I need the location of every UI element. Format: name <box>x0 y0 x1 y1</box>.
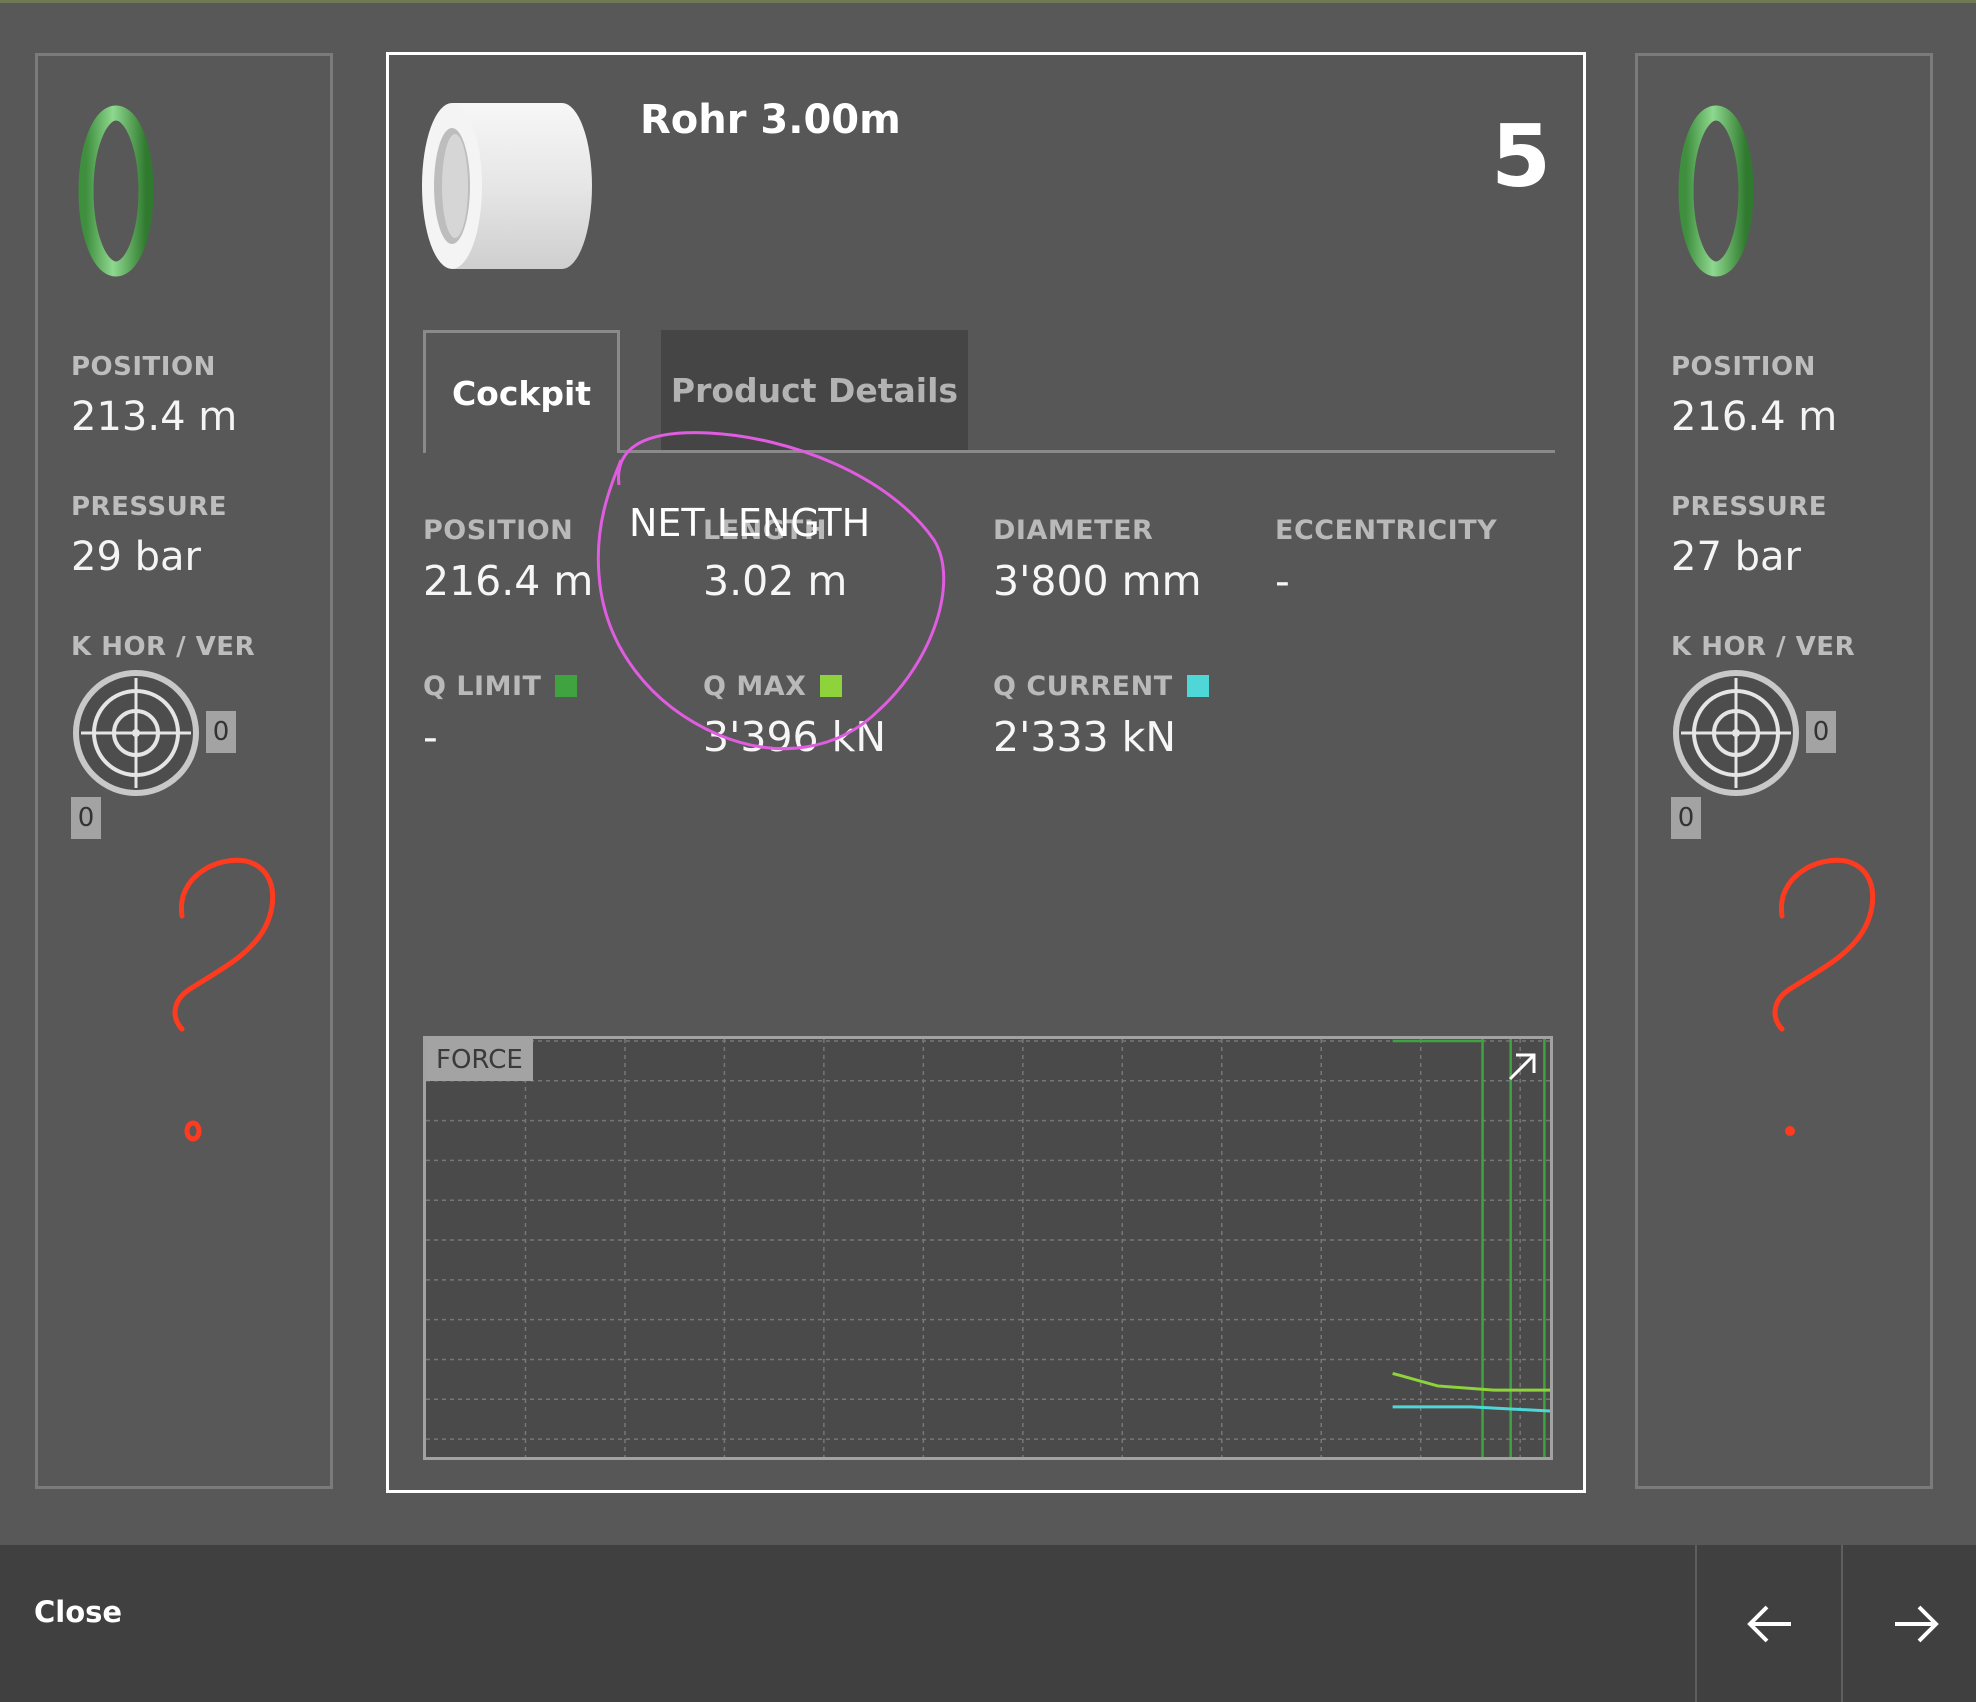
position-value: 216.4 m <box>1671 394 1838 440</box>
pressure-value: 29 bar <box>71 534 201 580</box>
chart-title: FORCE <box>426 1039 533 1081</box>
diameter-value: 3'800 mm <box>993 557 1202 605</box>
previous-button[interactable] <box>1695 1545 1842 1702</box>
q-current-label: Q CURRENT <box>993 671 1209 702</box>
expand-arrow-icon[interactable] <box>1504 1049 1540 1085</box>
question-mark-annotation <box>172 857 276 1142</box>
eccentricity-label: ECCENTRICITY <box>1275 515 1498 546</box>
q-current-value: 2'333 kN <box>993 713 1177 761</box>
bottom-toolbar: Close <box>0 1545 1976 1702</box>
diameter-label: DIAMETER <box>993 515 1154 546</box>
eccentricity-value: - <box>1275 557 1290 605</box>
top-accent-line <box>0 0 1976 3</box>
product-card: Rohr 3.00m 5 Cockpit Product Details POS… <box>386 52 1586 1493</box>
close-button[interactable]: Close <box>34 1595 122 1629</box>
crosshair-target-icon <box>73 670 199 796</box>
pressure-value: 27 bar <box>1671 534 1801 580</box>
previous-item-panel[interactable]: POSITION 213.4 m PRESSURE 29 bar K HOR /… <box>35 53 333 1489</box>
annotation-text: NET LENGTH <box>629 501 871 545</box>
pressure-label: PRESSURE <box>71 492 228 522</box>
k-hor-value: 0 <box>1806 711 1836 753</box>
annotation-circle <box>596 431 946 751</box>
k-ver-value: 0 <box>1671 797 1701 839</box>
crosshair-target-icon <box>1673 670 1799 796</box>
next-item-panel[interactable]: POSITION 216.4 m PRESSURE 27 bar K HOR /… <box>1635 53 1933 1489</box>
pipe-segment-icon <box>422 103 592 269</box>
arrow-left-icon <box>1746 1605 1791 1642</box>
q-limit-label-text: Q LIMIT <box>423 671 542 702</box>
pressure-label: PRESSURE <box>1671 492 1828 522</box>
force-chart: FORCE <box>423 1036 1553 1460</box>
k-hor-ver-label: K HOR / VER <box>71 632 256 662</box>
position-label: POSITION <box>423 515 574 546</box>
force-series-line <box>1392 1371 1550 1392</box>
ring-gasket-icon <box>1678 105 1754 277</box>
k-hor-value: 0 <box>206 711 236 753</box>
product-title: Rohr 3.00m <box>640 97 901 143</box>
position-value: 216.4 m <box>423 557 594 605</box>
item-number: 5 <box>1491 107 1551 207</box>
q-limit-swatch <box>555 675 578 697</box>
next-button[interactable] <box>1841 1545 1976 1702</box>
position-label: POSITION <box>71 352 216 382</box>
position-label: POSITION <box>1671 352 1816 382</box>
q-current-swatch <box>1186 675 1209 697</box>
q-limit-value: - <box>423 713 438 761</box>
ring-gasket-icon <box>78 105 154 277</box>
force-series-line <box>1392 1405 1550 1413</box>
k-ver-value: 0 <box>71 797 101 839</box>
position-value: 213.4 m <box>71 394 238 440</box>
question-mark-annotation <box>1772 857 1876 1136</box>
arrow-right-icon <box>1894 1605 1939 1642</box>
q-limit-label: Q LIMIT <box>423 671 578 702</box>
q-current-label-text: Q CURRENT <box>993 671 1173 702</box>
k-hor-ver-label: K HOR / VER <box>1671 632 1856 662</box>
force-chart-plot <box>426 1039 1550 1457</box>
